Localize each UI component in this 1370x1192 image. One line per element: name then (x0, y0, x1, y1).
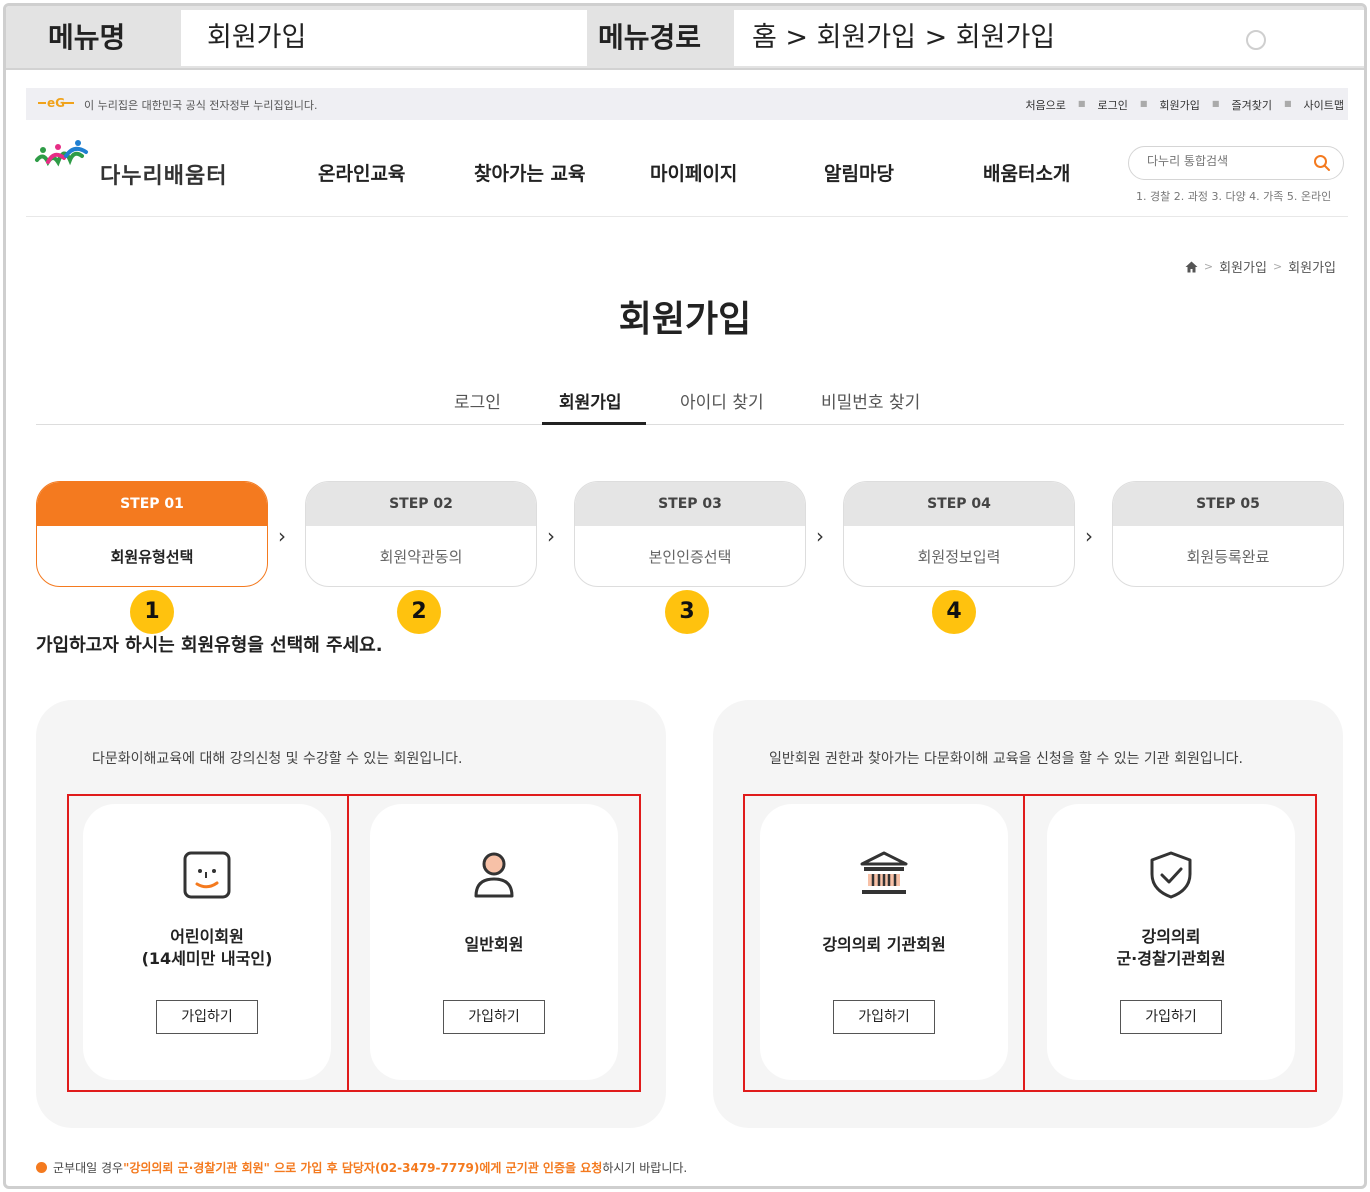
annotation-badge: 4 (932, 590, 976, 634)
tab-join[interactable]: 회원가입 (559, 388, 622, 413)
instruction-text: 가입하고자 하시는 회원유형을 선택해 주세요. (36, 635, 383, 656)
note-highlight: "강의의뢰 군·경찰기관 회원" 으로 가입 후 담당자(02-3479-777… (123, 1161, 603, 1175)
separator-dot: ■ (1077, 99, 1086, 108)
spec-header: 메뉴명 회원가입 메뉴경로 홈 > 회원가입 > 회원가입 (6, 6, 1364, 70)
step-5: STEP 05 회원등록완료 (1112, 481, 1344, 587)
util-link-join[interactable]: 회원가입 (1159, 97, 1199, 113)
chevron-right-icon: › (278, 524, 286, 548)
active-tab-indicator (542, 422, 646, 425)
search-box (1128, 146, 1344, 180)
highlight-box (743, 794, 1025, 1092)
util-link-home[interactable]: 처음으로 (1025, 97, 1065, 113)
annotation-badge: 3 (665, 590, 709, 634)
menu-path-label: 메뉴경로 (598, 21, 702, 54)
gov-banner: eG 이 누리집은 대한민국 공식 전자정부 누리집입니다. 처음으로 ■ 로그… (26, 88, 1348, 120)
highlight-box (347, 794, 641, 1092)
bullet-icon (36, 1162, 47, 1173)
highlight-box (1023, 794, 1317, 1092)
step-1: STEP 01 회원유형선택 (36, 481, 268, 587)
search-input[interactable] (1147, 154, 1307, 168)
menu-path: 홈 > 회원가입 > 회원가입 (734, 10, 1364, 66)
util-link-sitemap[interactable]: 사이트맵 (1304, 97, 1344, 113)
annotation-badge: 2 (397, 590, 441, 634)
highlight-box (67, 794, 349, 1092)
step-4: STEP 04 회원정보입력 (843, 481, 1075, 587)
step-number: STEP 05 (1113, 482, 1343, 526)
step-number: STEP 02 (306, 482, 536, 526)
chevron-right-icon: › (816, 524, 824, 548)
step-label: 회원등록완료 (1186, 548, 1270, 566)
breadcrumb-separator: > (1203, 260, 1214, 273)
step-label: 회원유형선택 (110, 548, 194, 566)
step-2: STEP 02 회원약관동의 (305, 481, 537, 587)
home-icon[interactable] (1185, 261, 1198, 273)
nav-visiting-education[interactable]: 찾아가는 교육 (474, 159, 586, 186)
menu-name-label: 메뉴명 (48, 21, 126, 54)
step-number: STEP 03 (575, 482, 805, 526)
step-label: 본인인증선택 (648, 548, 732, 566)
util-link-login[interactable]: 로그인 (1097, 97, 1127, 113)
tab-find-id[interactable]: 아이디 찾기 (680, 388, 764, 413)
panel-description: 일반회원 권한과 찾아가는 다문화이해 교육을 신청을 할 수 있는 기관 회원… (769, 751, 1243, 767)
people-logo-icon (35, 140, 88, 167)
logo-text: 다누리배움터 (100, 164, 228, 189)
separator-dot: ■ (1211, 99, 1220, 108)
step-label: 회원약관동의 (379, 548, 463, 566)
tab-find-password[interactable]: 비밀번호 찾기 (821, 388, 920, 413)
site-logo[interactable]: 다누리배움터 (34, 140, 254, 190)
chevron-right-icon: › (547, 524, 555, 548)
header-divider (26, 216, 1348, 217)
footer-note: 군부대일 경우 "강의의뢰 군·경찰기관 회원" 으로 가입 후 담당자(02-… (36, 1159, 687, 1176)
search-icon[interactable] (1313, 154, 1331, 172)
breadcrumb: > 회원가입 > 회원가입 (1185, 257, 1336, 276)
svg-text:eG: eG (47, 96, 65, 110)
nav-notice[interactable]: 알림마당 (824, 159, 894, 186)
page-title: 회원가입 (618, 299, 752, 340)
gov-logo-icon: eG (38, 96, 74, 110)
nav-about[interactable]: 배움터소개 (983, 159, 1070, 186)
popular-keywords[interactable]: 1. 경찰 2. 과정 3. 다양 4. 가족 5. 온라인 (1136, 188, 1331, 204)
tab-divider (36, 424, 1344, 425)
breadcrumb-separator: > (1272, 260, 1283, 273)
annotation-badge: 1 (130, 590, 174, 634)
step-3: STEP 03 본인인증선택 (574, 481, 806, 587)
breadcrumb-item[interactable]: 회원가입 (1288, 257, 1336, 276)
separator-dot: ■ (1139, 99, 1148, 108)
nav-mypage[interactable]: 마이페이지 (650, 159, 737, 186)
gov-message: 이 누리집은 대한민국 공식 전자정부 누리집입니다. (84, 99, 318, 112)
chevron-right-icon: › (1085, 524, 1093, 548)
step-label: 회원정보입력 (917, 548, 1001, 566)
separator-dot: ■ (1283, 99, 1292, 108)
step-number: STEP 04 (844, 482, 1074, 526)
util-links: 처음으로 ■ 로그인 ■ 회원가입 ■ 즐겨찾기 ■ 사이트맵 (1025, 97, 1344, 113)
circle-icon (1246, 30, 1266, 50)
tab-login[interactable]: 로그인 (454, 388, 501, 413)
menu-name: 회원가입 (181, 10, 587, 66)
screen-frame: 메뉴명 회원가입 메뉴경로 홈 > 회원가입 > 회원가입 eG 이 누리집은 … (3, 3, 1367, 1189)
util-link-favorites[interactable]: 즐겨찾기 (1231, 97, 1271, 113)
note-suffix: 하시기 바랍니다. (602, 1161, 688, 1175)
note-prefix: 군부대일 경우 (53, 1161, 124, 1175)
panel-description: 다문화이해교육에 대해 강의신청 및 수강할 수 있는 회원입니다. (92, 751, 463, 767)
breadcrumb-item[interactable]: 회원가입 (1219, 257, 1267, 276)
nav-online-education[interactable]: 온라인교육 (318, 159, 405, 186)
step-number: STEP 01 (37, 482, 267, 526)
